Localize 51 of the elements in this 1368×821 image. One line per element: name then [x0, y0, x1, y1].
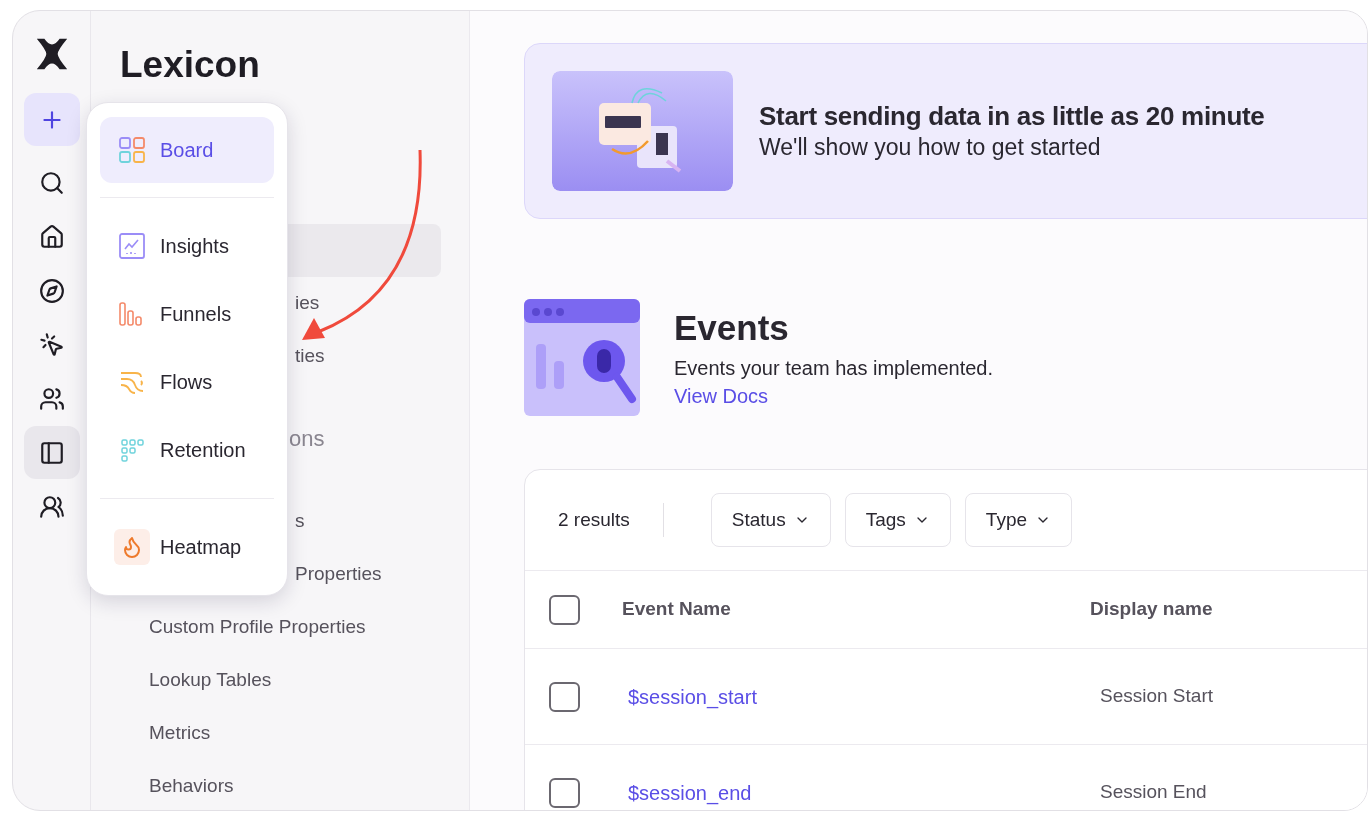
banner-subtitle: We'll show you how to get started	[759, 133, 1102, 162]
filter-dropdown[interactable]: Status	[710, 493, 831, 547]
menu-item[interactable]: Flows	[100, 348, 274, 416]
nav-item[interactable]: Lookup Tables	[101, 654, 441, 707]
checkbox[interactable]	[549, 777, 580, 808]
banner-title: Start sending data in as little as 20 minute	[759, 100, 1265, 132]
table-cell-text: Session Start	[1100, 684, 1213, 709]
filter-dropdown[interactable]: Tags	[844, 493, 951, 547]
menu-label: Flows	[160, 370, 213, 395]
compass-icon	[38, 277, 65, 304]
result-count: 2 results	[558, 507, 630, 532]
table-cell-text: Session End	[1100, 780, 1207, 805]
add-button[interactable]	[23, 93, 80, 146]
sidebar-panel-icon	[38, 439, 65, 466]
menu-label: Funnels	[160, 302, 232, 327]
page-title: Lexicon	[120, 43, 260, 87]
pointer-click-icon	[38, 331, 65, 358]
section-title: Events	[674, 307, 790, 349]
checkbox[interactable]	[549, 681, 580, 712]
menu-label: Insights	[160, 234, 229, 259]
waves-icon	[119, 369, 145, 395]
section-heading: ons	[289, 426, 325, 452]
menu-label: Retention	[160, 438, 246, 463]
search-icon	[38, 169, 65, 196]
menu-item[interactable]: Retention	[100, 416, 274, 484]
setup-banner[interactable]: Start sending data in as little as 20 minute We'll show you how to get started	[524, 43, 1367, 219]
column-header: Display name	[1090, 597, 1213, 622]
event-link[interactable]: $session_end	[628, 777, 1100, 808]
checkbox[interactable]	[549, 594, 580, 625]
users-icon	[38, 385, 65, 412]
nav-item[interactable]: Custom Profile Properties	[101, 601, 441, 654]
menu-item[interactable]: Funnels	[100, 280, 274, 348]
nav-item[interactable]: Metrics	[101, 707, 441, 760]
menu-label: Heatmap	[160, 535, 242, 560]
dots-icon	[119, 437, 145, 463]
users-icon	[38, 493, 65, 520]
column-header: Event Name	[622, 597, 732, 622]
nav-item[interactable]: Behaviors	[101, 760, 441, 810]
docs-link[interactable]: View Docs	[674, 382, 769, 410]
line-chart-icon	[119, 233, 145, 259]
filter-dropdown[interactable]: Type	[964, 493, 1073, 547]
menu-label: Board	[160, 138, 214, 163]
bars-icon	[119, 301, 145, 327]
menu-item[interactable]: Heatmap	[100, 513, 274, 581]
menu-item[interactable]: Insights	[100, 212, 274, 280]
home-icon	[38, 223, 65, 250]
section-description: Events your team has implemented.	[674, 356, 994, 381]
panel-button[interactable]	[23, 426, 80, 479]
menu-item[interactable]: Board	[100, 117, 274, 183]
grid-icon	[119, 137, 145, 163]
event-link[interactable]: $session_start	[628, 681, 1100, 712]
